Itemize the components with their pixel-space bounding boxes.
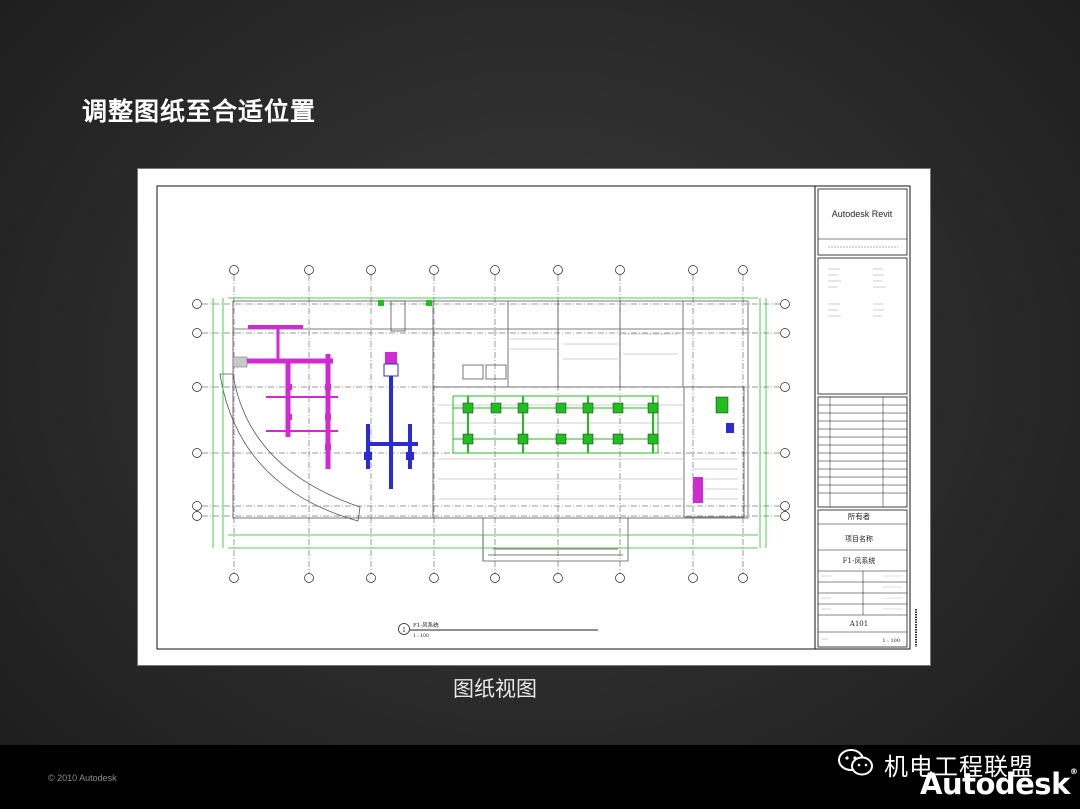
title-block: Autodesk Revit 所有者 项目名称 F1-风系统 A101 1: … — [814, 186, 917, 649]
autodesk-logo: Autodesk® — [920, 767, 1078, 801]
titleblock-sheet-number: A101 — [849, 620, 868, 628]
titleblock-brand: Autodesk Revit — [832, 209, 893, 219]
titleblock-project-name: 项目名称 — [845, 534, 873, 543]
view-number: 1 — [402, 627, 406, 634]
titleblock-owner: 所有者 — [848, 511, 871, 521]
drawing-sheet: Autodesk Revit 所有者 项目名称 F1-风系统 A101 1: … — [156, 185, 917, 650]
footer-bar: © 2010 Autodesk 机电工程联盟 Autodesk® — [0, 745, 1080, 809]
view-scale: 1 : 100 — [413, 633, 429, 639]
copyright-text: © 2010 Autodesk — [48, 773, 117, 783]
figure-caption: 图纸视图 — [453, 677, 537, 701]
titleblock-sheet-name: F1-风系统 — [843, 556, 876, 565]
slide-title: 调整图纸至合适位置 — [82, 97, 317, 126]
duct-green — [452, 395, 659, 454]
view-name: F1-风系统 — [413, 621, 439, 629]
titleblock-scale: 1 : 100 — [882, 638, 900, 644]
duct-blue — [364, 363, 418, 489]
view-title: 1 F1-风系统 1 : 100 — [398, 621, 598, 639]
wechat-icon — [838, 749, 873, 776]
sheet-view[interactable]: Autodesk Revit 所有者 项目名称 F1-风系统 A101 1: … — [137, 168, 931, 666]
autodesk-logo-text: Autodesk — [920, 767, 1070, 801]
duct-magenta — [232, 325, 397, 469]
